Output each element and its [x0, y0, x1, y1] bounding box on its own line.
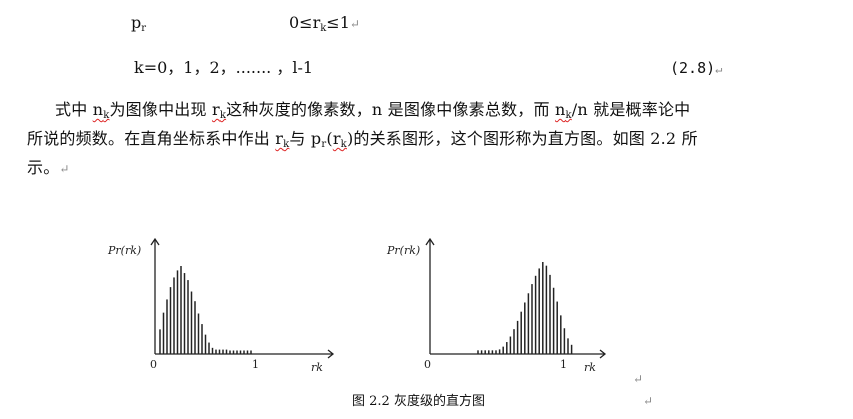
- return-mark-icon: ↵: [59, 162, 70, 176]
- rk-term: rk: [211, 100, 226, 121]
- text-run: 所说的频数。在直角坐标系中作出: [27, 129, 276, 148]
- text-run: 示。: [27, 158, 60, 177]
- equation-number-text: (2.8): [670, 59, 716, 77]
- equation-range: 0≤rk≤1↵: [289, 13, 360, 34]
- text-run: 为图像中出现: [109, 100, 212, 119]
- range-prefix: 0≤r: [289, 13, 321, 32]
- histogram-bars: [477, 262, 573, 354]
- x-axis-label: rk: [311, 361, 323, 374]
- text-run: 式中: [55, 100, 93, 119]
- return-mark-icon: ↵: [349, 17, 360, 31]
- nk-term: nk: [92, 100, 110, 121]
- return-mark-icon: ↵: [633, 372, 644, 386]
- text-run: )的关系图形，这个图形称为直方图。如图 2.2 所: [346, 129, 698, 148]
- origin-label: 0: [424, 358, 431, 371]
- index-range-text: k=0，1，2，....... ，l-1: [134, 58, 314, 77]
- n-symbol: n: [92, 100, 104, 119]
- n-symbol: n: [554, 100, 566, 119]
- nk-term: nk: [554, 100, 572, 121]
- range-suffix: ≤1: [326, 13, 350, 32]
- return-mark-icon: ↵: [643, 394, 654, 408]
- histogram-bars: [159, 266, 252, 354]
- y-axis-label: Pr(rk): [386, 244, 420, 257]
- paragraph-line-1: 式中 nk为图像中出现 rk这种灰度的像素数，n 是图像中像素总数，而 nk/n…: [27, 95, 827, 124]
- y-axis-label: Pr(rk): [107, 244, 141, 257]
- rk-term: rk: [275, 129, 289, 150]
- text-run: /n 就是概率论中: [571, 100, 691, 119]
- return-mark-icon: ↵: [715, 62, 723, 76]
- paragraph-line-2: 所说的频数。在直角坐标系中作出 rk与 pr(rk)的关系图形，这个图形称为直方…: [27, 124, 827, 153]
- histogram-dark-image: Pr(rk) 0 1 rk: [107, 237, 335, 374]
- equation-index-range: k=0，1，2，....... ，l-1: [134, 58, 313, 78]
- equation-number: (2.8)↵: [670, 58, 722, 79]
- rk-term: rk: [332, 129, 347, 150]
- x-tick-label: 1: [252, 358, 259, 371]
- text-run: 与: [289, 129, 311, 148]
- figure-caption: 图 2.2 灰度级的直方图: [352, 393, 485, 411]
- equation-probability: pr: [131, 13, 147, 34]
- paragraph-line-3: 示。↵: [27, 153, 827, 184]
- r-symbol: r: [332, 129, 341, 148]
- x-tick-label: 1: [560, 358, 567, 371]
- figure-caption-text: 图 2.2 灰度级的直方图: [352, 394, 485, 409]
- p-subscript: r: [141, 23, 147, 34]
- origin-label: 0: [150, 358, 157, 371]
- text-run: 这种灰度的像素数，n 是图像中像素总数，而: [226, 100, 555, 119]
- x-axis-label: rk: [584, 361, 596, 374]
- p-symbol: p: [131, 13, 142, 32]
- r-symbol: r: [211, 100, 220, 119]
- r-symbol: r: [275, 129, 284, 148]
- p-symbol: p: [310, 129, 322, 148]
- histogram-bright-image: Pr(rk) 0 1 rk: [386, 237, 607, 374]
- body-paragraph: 式中 nk为图像中出现 rk这种灰度的像素数，n 是图像中像素总数，而 nk/n…: [27, 95, 827, 184]
